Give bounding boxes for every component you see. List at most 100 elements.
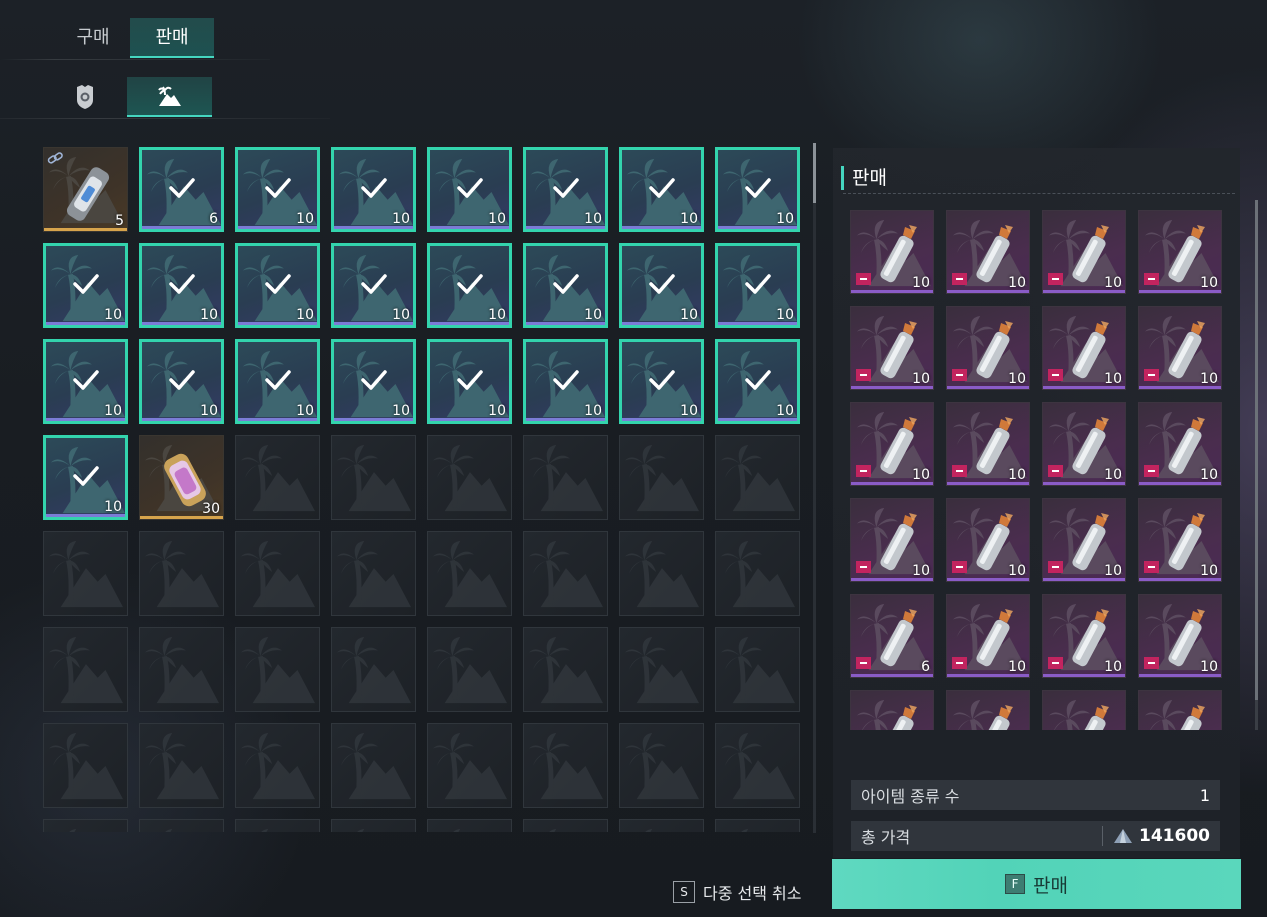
inventory-slot-empty[interactable] [619,819,704,832]
inventory-slot-empty[interactable] [523,531,608,616]
remove-item-button[interactable] [952,273,967,285]
remove-item-button[interactable] [1144,273,1159,285]
sell-item-slot[interactable]: 10 [1138,594,1222,678]
inventory-slot[interactable]: 10 [331,339,416,424]
remove-item-button[interactable] [952,561,967,573]
remove-item-button[interactable] [1144,561,1159,573]
sell-item-slot[interactable]: 10 [1042,402,1126,486]
sell-item-slot[interactable]: 10 [1042,306,1126,390]
inventory-slot-empty[interactable] [139,819,224,832]
inventory-slot[interactable]: 6 [139,147,224,232]
inventory-slot-empty[interactable] [427,531,512,616]
remove-item-button[interactable] [952,369,967,381]
inventory-slot-empty[interactable] [715,627,800,712]
sell-panel-scrollbar[interactable] [1255,200,1258,730]
inventory-slot-empty[interactable] [139,723,224,808]
sell-item-slot[interactable]: 10 [850,210,934,294]
inventory-slot[interactable]: 10 [331,147,416,232]
sell-item-slot[interactable]: 10 [850,498,934,582]
inventory-slot-empty[interactable] [427,627,512,712]
subtab-island[interactable] [127,77,212,117]
inventory-slot[interactable]: 10 [139,243,224,328]
inventory-slot-empty[interactable] [43,819,128,832]
inventory-slot-empty[interactable] [715,819,800,832]
subtab-badge[interactable] [42,77,127,117]
inventory-slot[interactable]: 10 [523,339,608,424]
inventory-slot-empty[interactable] [331,723,416,808]
sell-item-slot[interactable]: 10 [946,210,1030,294]
inventory-slot[interactable]: 10 [43,435,128,520]
inventory-slot-empty[interactable] [427,723,512,808]
inventory-slot[interactable]: 30 [139,435,224,520]
remove-item-button[interactable] [1144,369,1159,381]
sell-item-slot[interactable] [1042,690,1126,730]
inventory-slot-empty[interactable] [139,627,224,712]
remove-item-button[interactable] [856,273,871,285]
sell-item-slot[interactable]: 10 [1042,498,1126,582]
inventory-slot-empty[interactable] [523,819,608,832]
inventory-slot[interactable]: 10 [619,339,704,424]
inventory-slot-empty[interactable] [43,531,128,616]
inventory-slot[interactable]: 10 [523,147,608,232]
inventory-slot-empty[interactable] [43,627,128,712]
remove-item-button[interactable] [952,465,967,477]
cancel-multi-select[interactable]: S 다중 선택 취소 [673,880,802,904]
inventory-slot-empty[interactable] [619,723,704,808]
inventory-slot-empty[interactable] [235,435,320,520]
inventory-slot[interactable]: 5 [43,147,128,232]
inventory-slot-empty[interactable] [715,435,800,520]
inventory-slot-empty[interactable] [331,627,416,712]
inventory-slot-empty[interactable] [43,723,128,808]
inventory-slot-empty[interactable] [619,627,704,712]
inventory-slot-empty[interactable] [427,819,512,832]
remove-item-button[interactable] [1144,465,1159,477]
inventory-slot-empty[interactable] [523,723,608,808]
sell-item-slot[interactable]: 10 [1138,210,1222,294]
remove-item-button[interactable] [1048,273,1063,285]
sell-item-slot[interactable]: 10 [1138,402,1222,486]
inventory-slot[interactable]: 10 [619,243,704,328]
tab-sell[interactable]: 판매 [130,18,214,58]
inventory-slot-empty[interactable] [331,531,416,616]
sell-button[interactable]: F 판매 [832,859,1241,909]
inventory-scrollbar[interactable] [813,143,816,833]
sell-item-slot[interactable] [850,690,934,730]
remove-item-button[interactable] [1048,561,1063,573]
inventory-slot[interactable]: 10 [331,243,416,328]
inventory-slot-empty[interactable] [619,435,704,520]
inventory-slot-empty[interactable] [619,531,704,616]
remove-item-button[interactable] [856,561,871,573]
sell-item-slot[interactable]: 10 [1042,210,1126,294]
inventory-slot-empty[interactable] [331,819,416,832]
inventory-slot[interactable]: 10 [715,147,800,232]
remove-item-button[interactable] [856,465,871,477]
inventory-slot[interactable]: 10 [619,147,704,232]
sell-item-slot[interactable]: 10 [850,306,934,390]
sell-item-slot[interactable]: 6 [850,594,934,678]
remove-item-button[interactable] [856,369,871,381]
inventory-slot-empty[interactable] [427,435,512,520]
sell-item-slot[interactable] [1138,690,1222,730]
inventory-slot-empty[interactable] [235,723,320,808]
inventory-slot[interactable]: 10 [235,147,320,232]
inventory-slot[interactable]: 10 [427,243,512,328]
inventory-slot[interactable]: 10 [715,339,800,424]
remove-item-button[interactable] [952,657,967,669]
inventory-slot-empty[interactable] [139,531,224,616]
inventory-slot-empty[interactable] [235,627,320,712]
sell-item-slot[interactable]: 10 [946,306,1030,390]
inventory-slot-empty[interactable] [715,723,800,808]
scrollbar-thumb[interactable] [813,143,816,203]
remove-item-button[interactable] [1048,657,1063,669]
remove-item-button[interactable] [1048,369,1063,381]
inventory-slot[interactable]: 10 [235,339,320,424]
scrollbar-thumb[interactable] [1255,200,1258,700]
remove-item-button[interactable] [1048,465,1063,477]
sell-item-slot[interactable]: 10 [946,594,1030,678]
sell-item-slot[interactable]: 10 [946,498,1030,582]
inventory-slot-empty[interactable] [235,531,320,616]
inventory-slot-empty[interactable] [235,819,320,832]
inventory-slot-empty[interactable] [331,435,416,520]
sell-item-slot[interactable]: 10 [1042,594,1126,678]
inventory-slot[interactable]: 10 [427,339,512,424]
